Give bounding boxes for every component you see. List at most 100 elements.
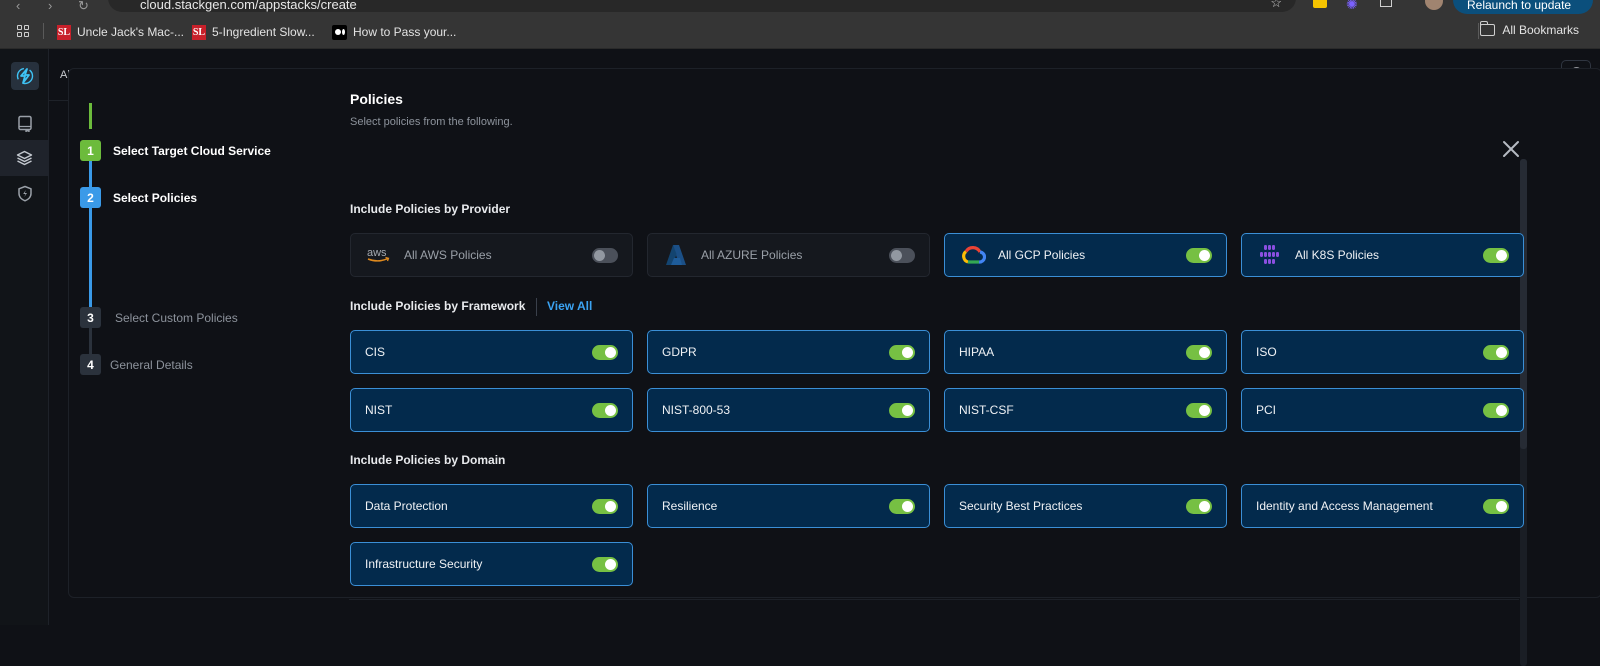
bookmark-star-icon[interactable]: ☆ [1270, 0, 1282, 11]
policy-card-label: NIST-CSF [959, 403, 1014, 417]
policy-toggle[interactable] [592, 345, 618, 360]
step-label: Select Custom Policies [115, 310, 238, 325]
back-icon[interactable]: ‹ [16, 0, 20, 13]
policy-card-label: HIPAA [959, 345, 995, 359]
url-text[interactable]: cloud.stackgen.com/appstacks/create [140, 0, 357, 12]
policy-toggle[interactable] [889, 499, 915, 514]
policy-toggle[interactable] [1483, 248, 1509, 263]
medium-favicon-icon [332, 24, 347, 40]
domain-section-title: Include Policies by Domain [350, 453, 506, 467]
framework-card[interactable]: NIST [350, 388, 633, 432]
step-3[interactable]: 3 Select Custom Policies [80, 307, 238, 328]
policy-card-k8s[interactable]: All K8S Policies [1241, 233, 1524, 277]
apps-grid-icon[interactable] [17, 25, 30, 38]
shield-bolt-icon [17, 185, 32, 202]
policy-card-label: Identity and Access Management [1256, 499, 1433, 513]
profile-avatar[interactable] [1425, 0, 1443, 10]
bookmark-label: Uncle Jack's Mac-... [77, 25, 184, 39]
step-number: 3 [80, 307, 101, 328]
bookmark-item[interactable]: SL 5-Ingredient Slow... [192, 23, 315, 41]
gcp-icon [959, 243, 987, 267]
policy-card-azure[interactable]: All AZURE Policies [647, 233, 930, 277]
provider-section-title: Include Policies by Provider [350, 202, 511, 216]
relaunch-button[interactable]: Relaunch to update [1453, 0, 1593, 14]
browser-toolbar: ‹ › ↻ cloud.stackgen.com/appstacks/creat… [0, 0, 1600, 14]
book-icon [17, 115, 32, 132]
close-button[interactable] [1501, 139, 1521, 159]
step-2[interactable]: 2 Select Policies [80, 187, 197, 208]
policy-card-label: NIST-800-53 [662, 403, 731, 417]
step-number: 4 [80, 354, 101, 375]
footer-divider [349, 599, 1519, 600]
all-bookmarks-label: All Bookmarks [1502, 23, 1579, 37]
bookmark-item[interactable]: How to Pass your... [332, 23, 456, 41]
sl-favicon-icon: SL [57, 24, 71, 40]
step-4[interactable]: 4 General Details [80, 354, 193, 375]
all-bookmarks-button[interactable]: All Bookmarks [1480, 21, 1579, 37]
azure-icon [662, 243, 690, 267]
step-number: 1 [80, 140, 101, 161]
policy-card-label: Data Protection [365, 499, 448, 513]
framework-card[interactable]: NIST-800-53 [647, 388, 930, 432]
layers-icon [16, 150, 33, 166]
policy-toggle[interactable] [592, 403, 618, 418]
address-bar[interactable]: cloud.stackgen.com/appstacks/create ☆ [108, 0, 1296, 12]
framework-card[interactable]: NIST-CSF [944, 388, 1227, 432]
sidebar [0, 49, 49, 625]
framework-card[interactable]: GDPR [647, 330, 930, 374]
policy-toggle[interactable] [1483, 345, 1509, 360]
step-connector [89, 103, 92, 129]
policy-toggle[interactable] [889, 403, 915, 418]
framework-card[interactable]: HIPAA [944, 330, 1227, 374]
domain-card[interactable]: Security Best Practices [944, 484, 1227, 528]
policy-toggle[interactable] [592, 499, 618, 514]
step-connector [89, 151, 92, 308]
step-1[interactable]: 1 Select Target Cloud Service [80, 140, 271, 161]
folder-icon [1480, 21, 1496, 36]
policy-toggle[interactable] [1483, 499, 1509, 514]
framework-card[interactable]: PCI [1241, 388, 1524, 432]
policy-toggle[interactable] [592, 248, 618, 263]
close-icon [1503, 141, 1519, 157]
policy-toggle[interactable] [1483, 403, 1509, 418]
policy-toggle[interactable] [889, 248, 915, 263]
policy-card-aws[interactable]: aws All AWS Policies [350, 233, 633, 277]
extension-star-icon[interactable]: ✺ [1346, 0, 1358, 13]
framework-card[interactable]: ISO [1241, 330, 1524, 374]
framework-card[interactable]: CIS [350, 330, 633, 374]
policy-card-label: All GCP Policies [998, 248, 1086, 262]
policy-toggle[interactable] [1186, 403, 1212, 418]
sidebar-item-docs[interactable] [0, 105, 49, 141]
svg-text:aws: aws [367, 247, 387, 259]
domain-card[interactable]: Identity and Access Management [1241, 484, 1524, 528]
domain-card[interactable]: Resilience [647, 484, 930, 528]
reload-icon[interactable]: ↻ [78, 0, 89, 14]
extension-icon[interactable] [1313, 0, 1327, 8]
policy-card-label: GDPR [662, 345, 697, 359]
extensions-icon[interactable] [1380, 0, 1392, 7]
sl-favicon-icon: SL [192, 24, 206, 40]
forward-icon[interactable]: › [48, 0, 52, 13]
sidebar-item-appstacks[interactable] [0, 140, 49, 176]
policy-card-label: NIST [365, 403, 393, 417]
policy-card-label: Resilience [662, 499, 718, 513]
relaunch-label: Relaunch to update [1467, 0, 1572, 12]
policy-toggle[interactable] [1186, 345, 1212, 360]
bookmark-divider [43, 23, 44, 39]
policy-card-label: Security Best Practices [959, 499, 1083, 513]
policy-card-gcp[interactable]: All GCP Policies [944, 233, 1227, 277]
policy-card-label: All AZURE Policies [701, 248, 803, 262]
domain-card[interactable]: Data Protection [350, 484, 633, 528]
view-all-link[interactable]: View All [547, 299, 592, 313]
policy-toggle[interactable] [1186, 248, 1212, 263]
bookmark-item[interactable]: SL Uncle Jack's Mac-... [57, 23, 184, 41]
policy-toggle[interactable] [1186, 499, 1212, 514]
domain-card[interactable]: Infrastructure Security [350, 542, 633, 586]
bookmarks-bar: SL Uncle Jack's Mac-... SL 5-Ingredient … [0, 14, 1600, 49]
policy-toggle[interactable] [592, 557, 618, 572]
bookmark-divider [1478, 23, 1479, 39]
policy-toggle[interactable] [889, 345, 915, 360]
stackgen-logo[interactable] [11, 62, 39, 90]
sidebar-item-security[interactable] [0, 175, 49, 211]
step-connector [89, 328, 92, 355]
